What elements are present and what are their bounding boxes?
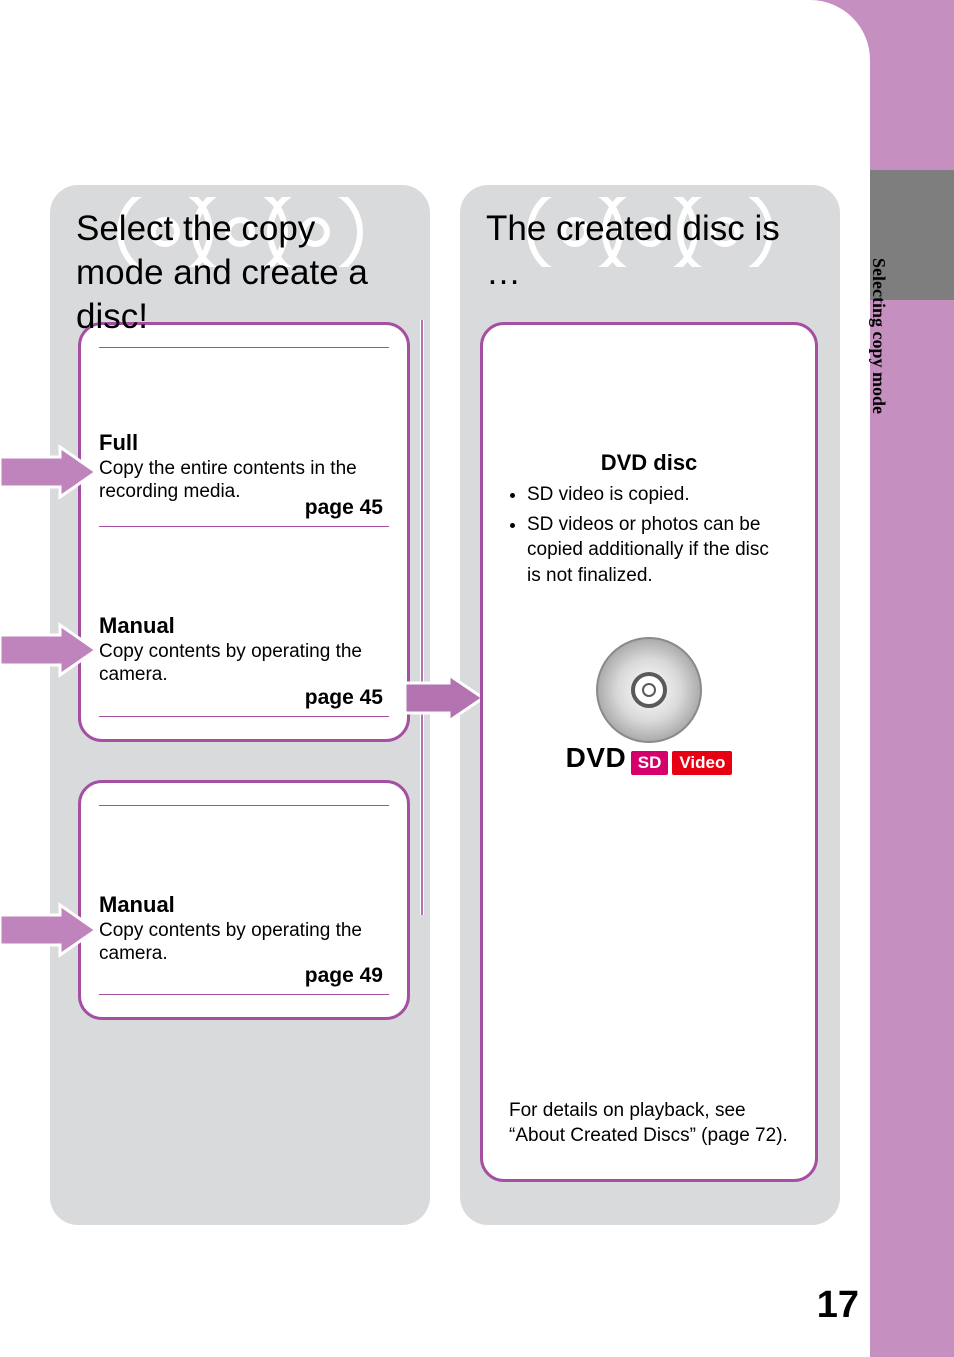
copy-mode-item-full: Full Copy the entire contents in the rec… [99,347,389,527]
flow-arrow-icon [405,675,485,721]
page-reference: page 45 [305,496,383,520]
page-reference: page 45 [305,686,383,710]
dvd-disc-icon [579,635,719,755]
result-bullet-list: SD video is copied. SD videos or photos … [483,476,815,589]
result-heading: DVD disc [483,325,815,476]
panel-title: The created disc is … [460,185,840,305]
page-number: 17 [817,1284,859,1327]
copy-mode-title: Manual [99,527,389,639]
page-reference: page 49 [305,964,383,988]
dvd-disc-figure: DVD SD Video [549,635,749,775]
flow-arrow-icon [0,625,96,675]
result-bullet: SD videos or photos can be copied additi… [527,512,785,589]
flow-arrow-icon [0,447,96,497]
copy-mode-box-manual: Manual Copy contents by operating the ca… [78,780,410,1020]
copy-mode-title: Full [99,348,389,456]
result-bullet: SD video is copied. [527,482,785,508]
copy-mode-title: Manual [99,806,389,918]
dvd-label: DVD [566,742,627,773]
section-side-label: Selecting copy mode [868,258,889,414]
created-disc-result-box: DVD disc SD video is copied. SD videos o… [480,322,818,1182]
result-footer-note: For details on playback, see “About Crea… [509,1098,789,1149]
video-badge: Video [672,751,732,775]
copy-mode-box-full-manual: Full Copy the entire contents in the rec… [78,322,410,742]
copy-mode-item-manual: Manual Copy contents by operating the ca… [99,805,389,995]
sd-badge: SD [631,751,669,775]
copy-mode-desc: Copy contents by operating the camera. [99,639,389,687]
flow-connector-line [420,320,424,915]
copy-mode-desc: Copy contents by operating the camera. [99,918,389,966]
panel-title: Select the copy mode and create a disc! [50,185,430,348]
flow-arrow-icon [0,905,96,955]
copy-mode-item-manual: Manual Copy contents by operating the ca… [99,527,389,717]
